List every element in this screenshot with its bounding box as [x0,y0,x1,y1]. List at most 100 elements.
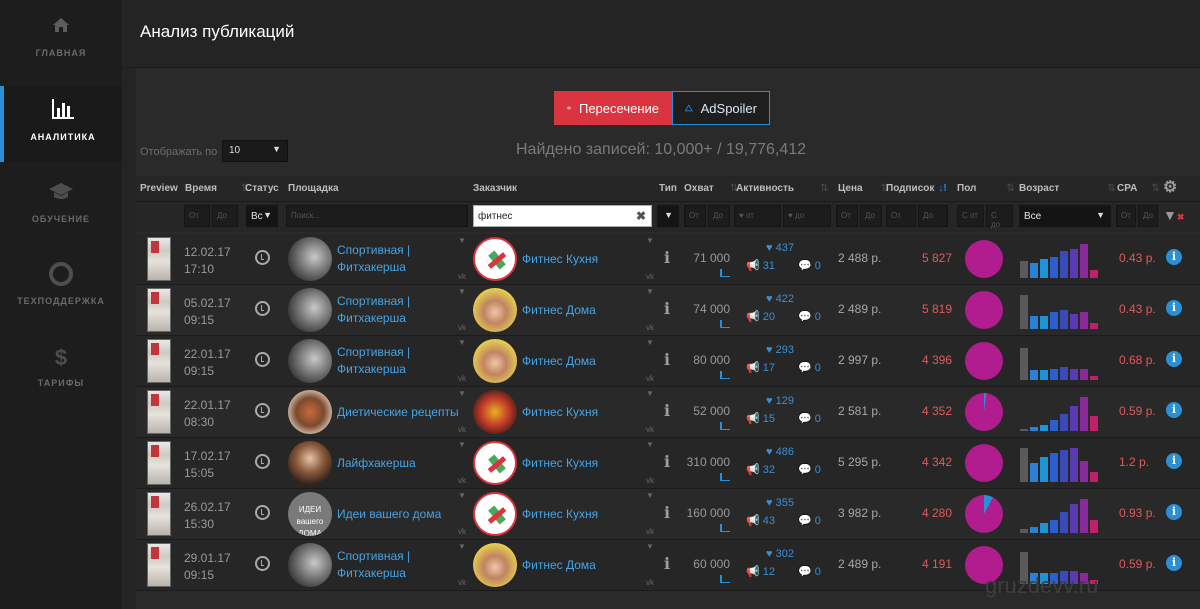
post-preview-thumbnail[interactable] [147,441,171,485]
vk-small-icon[interactable]: vk [646,374,654,383]
platform-avatar[interactable] [288,390,332,434]
filter-small-icon[interactable]: ▼ [458,236,466,245]
platform-avatar[interactable] [288,441,332,485]
customer-avatar[interactable] [473,390,517,434]
vk-small-icon[interactable]: vk [458,476,466,485]
time-from-input[interactable]: От [184,205,210,227]
status-select[interactable]: Вс ▼ [246,205,278,227]
gender-pie[interactable] [965,393,1003,431]
settings-gear-icon[interactable]: ⚙ [1163,177,1177,197]
time-to-input[interactable]: До [212,205,238,227]
col-cpa[interactable]: CPA ⇅ [1117,183,1160,194]
col-age[interactable]: Возраст ⇅ [1019,183,1116,194]
filter-small-icon[interactable]: ▼ [458,491,466,500]
cpa-from-input[interactable]: От [1116,205,1136,227]
vk-small-icon[interactable]: vk [458,527,466,536]
reach-from-input[interactable]: От [684,205,706,227]
stats-chart-icon[interactable] [720,422,730,430]
adspoiler-button[interactable]: AdSpoiler [672,91,770,125]
customer-avatar[interactable] [473,288,517,332]
customer-link[interactable]: Фитнес Дома [522,353,596,370]
customer-avatar[interactable] [473,543,517,587]
gender-to-input[interactable]: С до [986,205,1013,229]
vk-small-icon[interactable]: vk [646,527,654,536]
platform-link[interactable]: Спортивная | Фитхакерша [337,548,410,582]
platform-link[interactable]: Спортивная | Фитхакерша [337,293,410,327]
col-reach[interactable]: Охват ⇅ [684,183,738,194]
gender-pie[interactable] [965,342,1003,380]
platform-link[interactable]: Идеи вашего дома [337,506,441,523]
filter-small-icon[interactable]: ▼ [458,287,466,296]
post-preview-thumbnail[interactable] [147,237,171,281]
col-type[interactable]: Тип [659,183,677,194]
customer-avatar[interactable] [473,441,517,485]
activity-to-input[interactable]: ♥ до [783,205,831,227]
post-preview-thumbnail[interactable] [147,492,171,536]
sidebar-item-tariffs[interactable]: $ ТАРИФЫ [0,344,122,422]
age-histogram[interactable] [1020,240,1112,278]
clear-icon[interactable]: ✖ [636,209,646,223]
platform-link[interactable]: Спортивная | Фитхакерша [337,344,410,378]
platform-avatar[interactable] [288,237,332,281]
platform-search-input[interactable]: Поиск... [286,205,468,227]
filter-small-icon[interactable]: ▼ [646,338,654,347]
intersection-button[interactable]: Пересечение [554,91,672,125]
filter-small-icon[interactable]: ▼ [646,542,654,551]
stats-chart-icon[interactable] [720,473,730,481]
gender-from-input[interactable]: С от [957,205,984,227]
vk-small-icon[interactable]: vk [458,578,466,587]
age-histogram[interactable] [1020,342,1112,380]
info-icon[interactable]: i [1166,555,1182,571]
reach-to-input[interactable]: До [708,205,730,227]
clear-filters-icon[interactable]: ▼✖ [1163,207,1184,223]
age-histogram[interactable] [1020,444,1112,482]
sidebar-item-analytics[interactable]: АНАЛИТИКА [0,86,122,162]
vk-small-icon[interactable]: vk [646,323,654,332]
info-icon[interactable]: i [1166,300,1182,316]
post-preview-thumbnail[interactable] [147,288,171,332]
post-preview-thumbnail[interactable] [147,339,171,383]
info-icon[interactable]: i [1166,249,1182,265]
customer-link[interactable]: Фитнес Кухня [522,506,598,523]
platform-avatar[interactable] [288,543,332,587]
stats-chart-icon[interactable] [720,575,730,583]
gender-pie[interactable] [965,240,1003,278]
col-time[interactable]: Время ⇅ [185,183,249,194]
filter-small-icon[interactable]: ▼ [458,338,466,347]
info-icon[interactable]: i [1166,351,1182,367]
cpa-to-input[interactable]: До [1138,205,1158,227]
filter-small-icon[interactable]: ▼ [458,542,466,551]
filter-small-icon[interactable]: ▼ [646,287,654,296]
customer-link[interactable]: Фитнес Кухня [522,251,598,268]
price-from-input[interactable]: От [836,205,858,227]
filter-small-icon[interactable]: ▼ [646,440,654,449]
stats-chart-icon[interactable] [720,320,730,328]
vk-small-icon[interactable]: vk [646,272,654,281]
gender-pie[interactable] [965,444,1003,482]
customer-link[interactable]: Фитнес Дома [522,302,596,319]
gender-pie[interactable] [965,495,1003,533]
platform-avatar[interactable] [288,339,332,383]
col-status[interactable]: Статус [245,183,279,194]
sidebar-item-home[interactable]: ГЛАВНАЯ [0,14,122,92]
age-histogram[interactable] [1020,393,1112,431]
platform-link[interactable]: Лайфхакерша [337,455,416,472]
age-select[interactable]: Все ▼ [1019,205,1111,227]
gender-pie[interactable] [965,291,1003,329]
platform-link[interactable]: Спортивная | Фитхакерша [337,242,410,276]
vk-small-icon[interactable]: vk [646,476,654,485]
vk-small-icon[interactable]: vk [646,425,654,434]
filter-small-icon[interactable]: ▼ [646,236,654,245]
col-gender[interactable]: Пол ⇅ [957,183,1015,194]
stats-chart-icon[interactable] [720,371,730,379]
customer-link[interactable]: Фитнес Дома [522,557,596,574]
filter-small-icon[interactable]: ▼ [458,440,466,449]
vk-small-icon[interactable]: vk [458,425,466,434]
col-customer[interactable]: Заказчик [473,183,517,194]
stats-chart-icon[interactable] [720,269,730,277]
vk-small-icon[interactable]: vk [458,323,466,332]
post-preview-thumbnail[interactable] [147,543,171,587]
age-histogram[interactable] [1020,495,1112,533]
age-histogram[interactable] [1020,291,1112,329]
vk-small-icon[interactable]: vk [458,374,466,383]
